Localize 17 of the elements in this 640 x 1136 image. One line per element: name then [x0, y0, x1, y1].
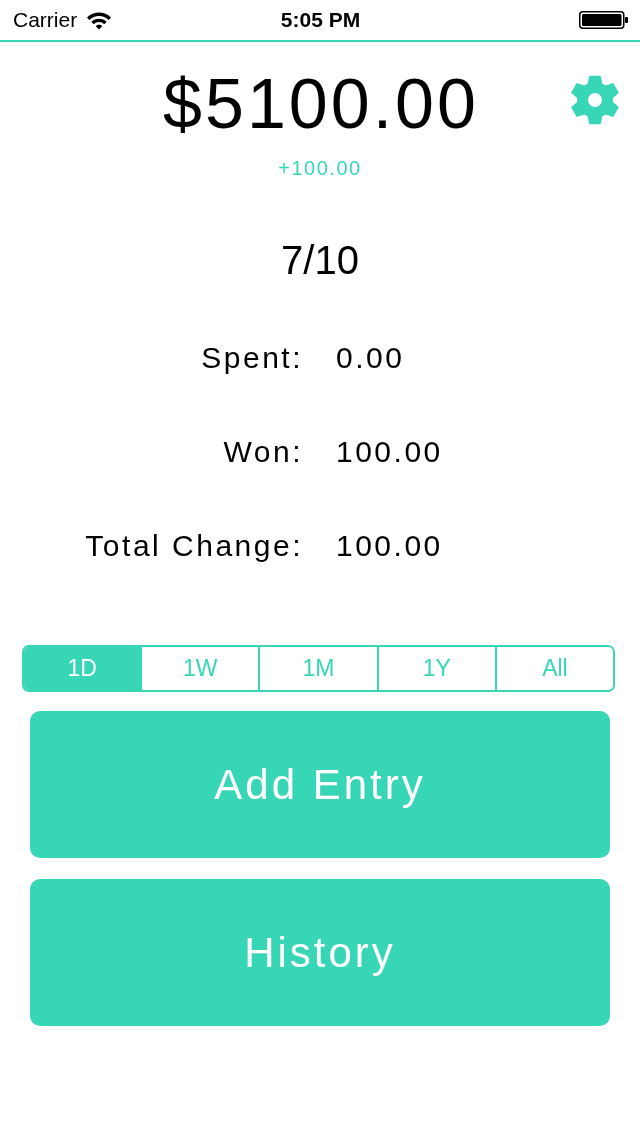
clock-time: 5:05 PM: [280, 8, 361, 32]
action-button[interactable]: Add Entry: [30, 711, 610, 858]
battery-icon: [579, 11, 628, 29]
stat-value: 100.00: [336, 528, 443, 564]
carrier-name: Carrier: [13, 8, 78, 32]
balance-change: +100.00: [278, 156, 362, 180]
win-record: 7/10: [281, 237, 359, 284]
stat-label: Total Change:: [85, 528, 303, 564]
balance-amount: $5100.00: [163, 64, 479, 144]
period-tab[interactable]: 1D: [24, 647, 143, 690]
stat-label: Spent:: [201, 340, 303, 376]
wifi-icon: [86, 10, 113, 30]
settings-icon[interactable]: [570, 75, 620, 125]
action-button[interactable]: History: [30, 879, 610, 1026]
stat-value: 0.00: [336, 340, 405, 376]
stat-value: 100.00: [336, 434, 443, 470]
stat-label: Won:: [223, 434, 303, 470]
